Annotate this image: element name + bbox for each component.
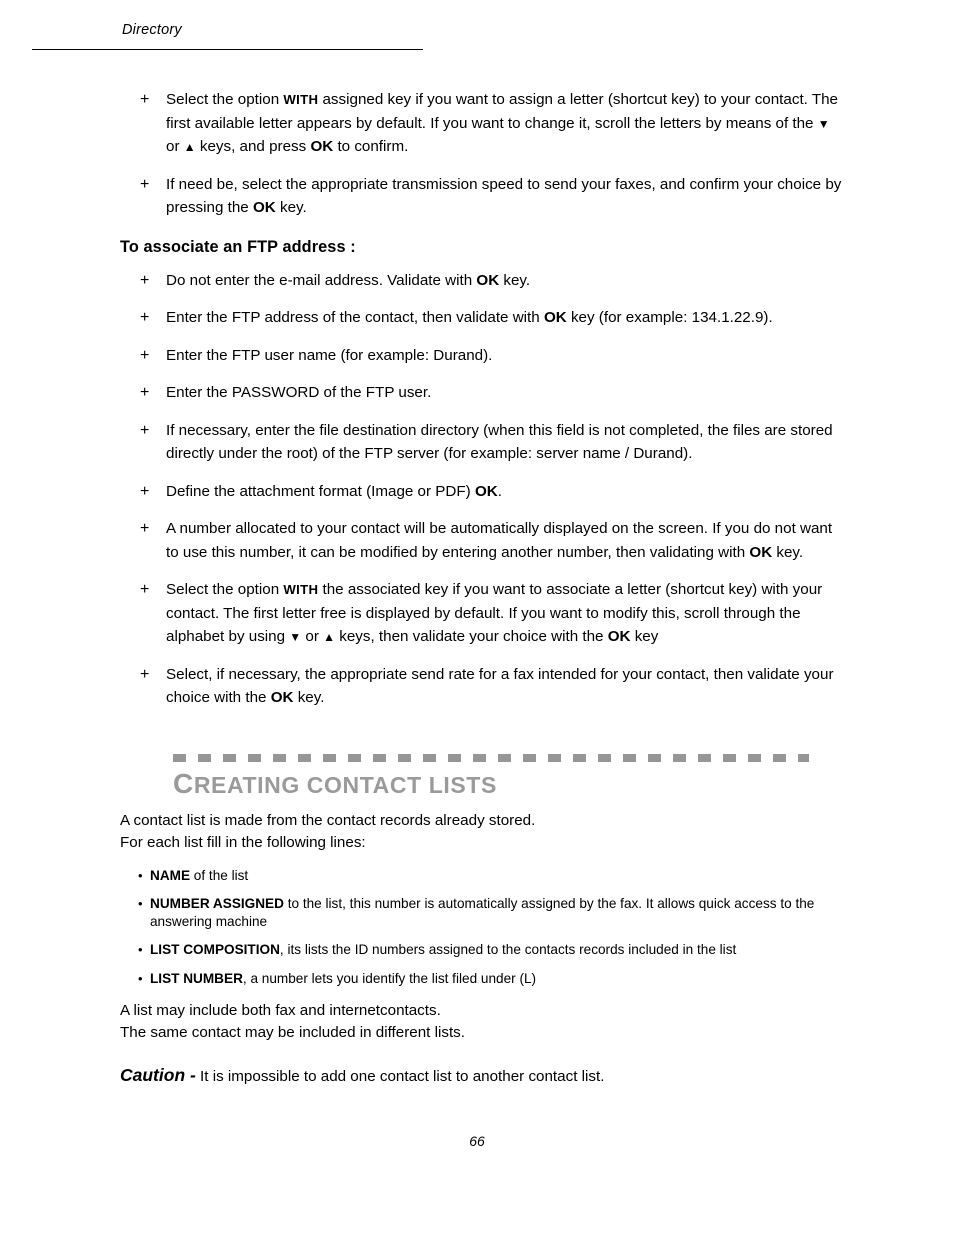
text-run: Select, if necessary, the appropriate se… [166,665,834,707]
text-run: key. [499,271,531,289]
caution-label: Caution - [120,1065,196,1085]
ftp-section-heading: To associate an FTP address : [120,237,356,256]
chapter-title-rest: REATING CONTACT LISTS [193,771,497,798]
text-run: Select the option [166,91,284,108]
text-run: OK [252,199,276,216]
text-run: Do not enter the e-mail address. Validat… [166,271,477,289]
text-run: OK [543,309,567,326]
arrow-down-icon: ▼ [289,630,302,644]
instruction-item: Select, if necessary, the appropriate se… [120,663,842,710]
text-run: to confirm. [333,138,409,155]
running-header: Directory [32,22,424,50]
header-rule [32,49,423,50]
text-run: key. [772,543,804,561]
text-run: or [301,628,324,645]
text-run: OK [476,271,500,289]
instruction-item: Enter the FTP address of the contact, th… [120,306,842,330]
text-run: OK [310,138,334,155]
header-title: Directory [122,22,182,38]
text-run: WITH [283,582,319,597]
chapter-title: CREATING CONTACT LISTS [173,767,842,799]
instruction-item: Select the option WITH the associated ke… [120,578,842,649]
instruction-item: Select the option WITH assigned key if y… [120,88,842,159]
text-run: OK [607,628,631,645]
intro-line-1: A contact list is made from the contact … [120,811,536,829]
instruction-item: Enter the FTP user name (for example: Du… [120,344,842,368]
document-page: Directory Select the option WITH assigne… [0,0,954,1235]
text-run: , a number lets you identify the list fi… [242,970,537,986]
text-run: Enter the PASSWORD of the FTP user. [166,384,432,401]
chapter-heading-block: CREATING CONTACT LISTS [120,753,842,799]
list-field-item: NUMBER ASSIGNED to the list, this number… [120,895,842,930]
list-field-item: LIST COMPOSITION, its lists the ID numbe… [120,941,842,959]
text-run: . [497,482,502,500]
text-run: key (for example: 134.1.22.9). [566,309,773,326]
text-run: OK [749,543,773,561]
text-run: key. [275,199,307,216]
text-run: LIST COMPOSITION [150,942,280,957]
page-number: 66 [469,1133,485,1149]
text-run: Select the option [166,581,284,598]
text-run: WITH [283,92,319,107]
tail-line-1: A list may include both fax and internet… [120,1002,441,1019]
text-run: , its lists the ID numbers assigned to t… [279,942,737,957]
text-run: OK [270,689,294,706]
lower-section: A contact list is made from the contact … [120,810,842,1089]
text-run: or [166,138,184,155]
arrow-down-icon: ▼ [817,116,830,131]
instruction-item: If necessary, enter the file destination… [120,419,842,466]
dashed-rule-decoration [173,753,809,762]
text-run: Enter the FTP address of the contact, th… [166,309,544,326]
arrow-up-icon: ▲ [183,140,196,154]
text-run: key [630,628,659,645]
text-run: LIST NUMBER [150,970,243,986]
chapter-title-initial: C [173,767,194,799]
ftp-instruction-list: Do not enter the e-mail address. Validat… [120,269,842,710]
text-run: If necessary, enter the file destination… [166,421,833,463]
text-run: Define the attachment format (Image or P… [166,482,475,500]
arrow-up-icon: ▲ [323,630,336,644]
tail-line-2: The same contact may be included in diff… [120,1024,465,1041]
instruction-item: Do not enter the e-mail address. Validat… [120,269,842,293]
instruction-item: Define the attachment format (Image or P… [120,480,842,504]
text-run: keys, then validate your choice with the [335,628,608,645]
caution-text: It is impossible to add one contact list… [195,1068,605,1085]
instruction-item: Enter the PASSWORD of the FTP user. [120,381,842,405]
instruction-item: If need be, select the appropriate trans… [120,173,842,220]
text-run: NAME [150,867,191,883]
page-content: Select the option WITH assigned key if y… [120,88,842,1088]
top-instruction-list: Select the option WITH assigned key if y… [120,88,842,220]
text-run: A number allocated to your contact will … [166,520,833,561]
intro-line-2: For each list fill in the following line… [120,833,366,851]
text-run: OK [474,482,498,500]
text-run: NUMBER ASSIGNED [150,896,284,911]
text-run: Enter the FTP user name (for example: Du… [166,346,493,364]
list-field-item: LIST NUMBER, a number lets you identify … [120,970,842,988]
text-run: keys, and press [195,138,311,155]
list-field-item: NAME of the list [120,867,842,885]
caution-note: Caution - It is impossible to add one co… [120,1064,842,1088]
text-run: of the list [190,867,249,883]
text-run: key. [293,689,325,706]
list-fields-list: NAME of the list NUMBER ASSIGNED to the l… [120,867,842,988]
instruction-item: A number allocated to your contact will … [120,517,842,564]
